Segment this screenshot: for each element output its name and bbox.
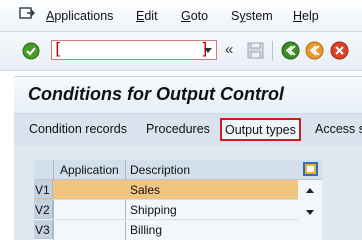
column-header-application[interactable]: Application [60, 163, 119, 177]
output-types-button[interactable]: Output types [220, 118, 301, 141]
title-bar: Conditions for Output Control [14, 76, 362, 114]
cell-application: V2 [35, 203, 50, 217]
table-settings-icon[interactable] [303, 162, 318, 176]
save-icon[interactable] [247, 42, 264, 59]
command-field[interactable]: [ ] [51, 39, 217, 60]
menu-help-rest: elp [302, 9, 319, 23]
menu-edit-rest: dit [144, 9, 158, 23]
command-input[interactable] [64, 43, 190, 57]
menu-goto-accel: G [181, 9, 191, 23]
enter-icon[interactable] [22, 42, 40, 60]
menu-applications[interactable]: Applications [46, 9, 113, 23]
exit-icon[interactable] [305, 41, 324, 60]
menu-help-accel: H [293, 9, 303, 23]
menu-system[interactable]: System [231, 9, 273, 23]
cell-description: Billing [130, 223, 163, 237]
application-toolbar: Condition records Procedures Output type… [14, 114, 362, 146]
cancel-icon[interactable] [330, 41, 349, 60]
access-sequences-button[interactable]: Access s [315, 122, 362, 136]
toolbar-separator [272, 41, 273, 61]
system-menu-icon[interactable] [19, 7, 35, 21]
menu-edit[interactable]: Edit [136, 9, 158, 23]
table-row[interactable]: V2 Shipping [34, 200, 298, 220]
cell-description: Shipping [130, 203, 177, 217]
column-header-description[interactable]: Description [130, 163, 190, 177]
back-icon[interactable] [281, 41, 300, 60]
scroll-up-icon[interactable] [306, 188, 314, 193]
scroll-down-icon[interactable] [306, 210, 314, 215]
menu-applications-rest: pplications [54, 9, 114, 23]
menu-help[interactable]: Help [293, 9, 319, 23]
chevron-down-icon[interactable] [204, 48, 212, 53]
vertical-scrollbar[interactable] [298, 180, 322, 240]
cell-description: Sales [130, 183, 161, 197]
menu-goto-rest: oto [190, 9, 209, 23]
condition-records-button[interactable]: Condition records [29, 122, 127, 136]
table-row[interactable]: V1 Sales [34, 180, 298, 200]
standard-toolbar: [ ] « [0, 32, 362, 71]
page-title: Conditions for Output Control [28, 84, 284, 104]
menu-system-rest: stem [245, 9, 273, 23]
table-header: Application Description [34, 160, 322, 180]
main-content: Conditions for Output Control Condition … [14, 76, 362, 240]
command-field-bracket-left: [ [53, 39, 63, 58]
procedures-button[interactable]: Procedures [146, 122, 210, 136]
cell-application: V1 [35, 183, 50, 197]
menu-goto[interactable]: Goto [181, 9, 208, 23]
back-double-arrow-icon[interactable]: « [225, 41, 233, 58]
menu-bar: Applications Edit Goto System Help [0, 0, 362, 32]
applications-table: Application Description V1 Sales V2 Ship… [34, 160, 322, 240]
cell-application: V3 [35, 223, 50, 237]
table-row[interactable]: V3 Billing [34, 220, 298, 240]
